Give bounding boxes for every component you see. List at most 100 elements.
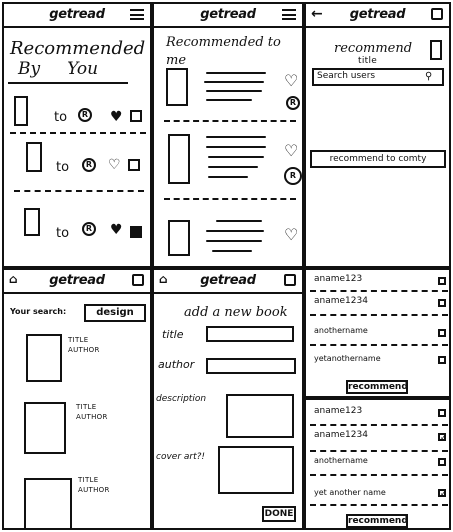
panel-recommended-to-me: getread Recommended to me ♡ R ♡ R ♡ — [152, 2, 304, 268]
book-cover — [26, 334, 62, 382]
app-title: getread — [200, 273, 256, 288]
text-line — [204, 81, 264, 83]
user-checkbox-checked[interactable]: ✓ — [438, 489, 447, 498]
page-title: Recommended to me — [166, 35, 281, 68]
description-field[interactable] — [226, 394, 294, 438]
text-line — [206, 90, 262, 92]
app-title: getread — [200, 7, 256, 22]
panel-recommend-title: ← getread recommend title Search users ⚲… — [304, 2, 451, 268]
share-icon[interactable] — [130, 110, 142, 122]
user-checkbox[interactable] — [438, 458, 446, 466]
page-title-line1: Recommended — [10, 38, 146, 59]
text-line — [212, 250, 252, 252]
user-checkbox[interactable] — [438, 277, 446, 285]
divider — [164, 120, 296, 122]
book-title: TITLE — [76, 403, 97, 411]
page-title: add a new book — [184, 305, 288, 320]
user-name: anothername — [314, 456, 368, 465]
app-header: ⌂ getread — [4, 270, 150, 294]
book-cover — [24, 478, 72, 528]
panel-select-users: aname123 aname1234 anothername yetanothe… — [304, 268, 451, 398]
user-checkbox[interactable] — [438, 356, 446, 364]
text-line — [206, 99, 252, 101]
user-checkbox[interactable] — [438, 329, 446, 337]
book-cover — [24, 402, 66, 454]
heart-icon[interactable]: ♡ — [108, 158, 121, 172]
to-label: to — [56, 226, 70, 241]
text-line — [216, 220, 262, 222]
search-label: Your search: — [10, 307, 67, 316]
book-cover — [14, 96, 28, 126]
panel-recommended-by-you: getread Recommended By You to R ♥ to R ♡… — [2, 2, 152, 268]
book-title: TITLE — [78, 476, 99, 484]
recommender-avatar: R — [284, 167, 302, 185]
to-label: to — [56, 160, 70, 175]
menu-icon[interactable] — [282, 9, 296, 20]
book-cover — [26, 142, 42, 172]
heart-icon[interactable]: ♡ — [284, 227, 298, 243]
recommend-button[interactable]: recommend — [346, 380, 408, 394]
avatar: R — [82, 222, 96, 236]
user-name: aname123 — [314, 406, 363, 416]
menu-icon[interactable] — [130, 9, 144, 20]
cover-art-label: cover art?! — [156, 452, 206, 462]
book-icon[interactable] — [431, 8, 443, 20]
user-name: anothername — [314, 326, 368, 335]
author-field[interactable] — [206, 358, 296, 374]
book-icon[interactable] — [284, 274, 296, 286]
book-author: AUTHOR — [78, 486, 110, 494]
text-line — [206, 230, 264, 232]
recommend-button[interactable]: recommend — [346, 514, 408, 528]
search-icon[interactable]: ⚲ — [425, 71, 432, 82]
divider — [14, 190, 144, 192]
avatar: R — [82, 158, 96, 172]
panel-add-book: ⌂ getread add a new book title author de… — [152, 268, 304, 530]
user-checkbox[interactable] — [438, 299, 446, 307]
divider — [310, 474, 448, 476]
heart-icon[interactable]: ♡ — [284, 73, 298, 89]
book-cover — [168, 134, 190, 184]
author-label: author — [158, 358, 195, 371]
title-label: title — [162, 328, 184, 341]
share-icon[interactable] — [130, 226, 142, 238]
description-label: description — [156, 394, 207, 404]
book-author: AUTHOR — [68, 346, 100, 354]
heart-icon[interactable]: ♡ — [284, 143, 298, 159]
book-icon[interactable] — [132, 274, 144, 286]
divider — [8, 82, 128, 84]
text-line — [208, 156, 264, 158]
share-icon[interactable] — [128, 159, 140, 171]
app-header: ← getread — [306, 4, 449, 28]
app-header: getread — [4, 4, 150, 28]
divider — [310, 424, 448, 426]
cover-art-upload[interactable] — [218, 446, 294, 494]
book-cover — [24, 208, 40, 236]
done-button[interactable]: DONE — [262, 506, 296, 522]
text-line — [206, 72, 266, 74]
search-input[interactable]: design — [84, 304, 146, 322]
divider — [10, 132, 146, 134]
title-field[interactable] — [206, 326, 294, 342]
panel-select-users-checked: aname123 aname1234 ✓ anothername yet ano… — [304, 398, 451, 530]
page-title-line2: By You — [18, 59, 99, 79]
divider — [310, 344, 448, 346]
recommend-to-community-button[interactable]: recommend to comty — [310, 150, 446, 168]
text-line — [208, 176, 248, 178]
to-label: to — [54, 110, 68, 125]
user-name: aname123 — [314, 274, 363, 284]
user-name: yet another name — [314, 488, 386, 497]
recommender-avatar: R — [286, 96, 300, 110]
app-title: getread — [49, 273, 105, 288]
avatar: R — [78, 108, 92, 122]
user-checkbox-checked[interactable]: ✓ — [438, 433, 447, 442]
page-title-line2: title — [358, 56, 378, 66]
heart-icon[interactable]: ♥ — [110, 223, 123, 237]
text-line — [206, 240, 262, 242]
book-thumbnail — [430, 40, 442, 60]
text-line — [208, 166, 258, 168]
user-checkbox[interactable] — [438, 409, 446, 417]
divider — [310, 504, 448, 506]
user-name: yetanothername — [314, 354, 381, 363]
user-name: aname1234 — [314, 296, 368, 306]
heart-icon[interactable]: ♥ — [110, 110, 123, 124]
